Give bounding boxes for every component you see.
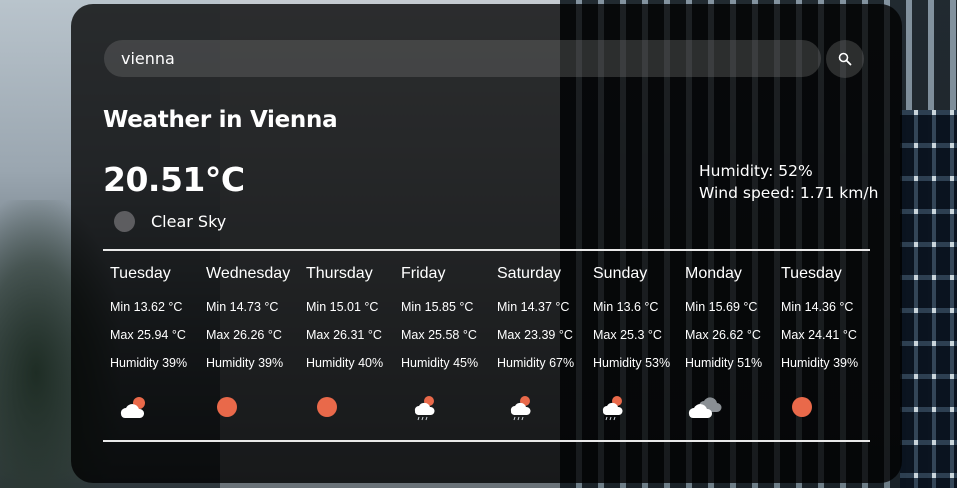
current-condition: Clear Sky [114, 210, 226, 232]
forecast-row: Tuesday Min 13.62 °C Max 25.94 °C Humidi… [103, 265, 893, 425]
forecast-max: Max 25.58 °C [401, 328, 477, 342]
rain-sun-icon [414, 396, 435, 421]
forecast-max: Max 25.94 °C [110, 328, 186, 342]
forecast-max: Max 26.26 °C [206, 328, 282, 342]
background-building-windows [900, 110, 957, 488]
few-clouds-icon [120, 397, 145, 418]
wind-speed-text: Wind speed: 1.71 km/h [699, 184, 879, 202]
weather-card: Weather in Vienna 20.51°C Clear Sky Humi… [71, 4, 902, 483]
forecast-min: Min 13.62 °C [110, 300, 183, 314]
forecast-day-name: Saturday [497, 265, 562, 282]
rain-sun-icon [602, 396, 623, 421]
forecast-day-name: Tuesday [781, 265, 842, 282]
forecast-min: Min 13.6 °C [593, 300, 659, 314]
forecast-min: Min 14.37 °C [497, 300, 570, 314]
broken-clouds-icon [688, 397, 722, 418]
forecast-day-name: Sunday [593, 265, 648, 282]
forecast-day: Sunday Min 13.6 °C Max 25.3 °C Humidity … [586, 265, 670, 421]
forecast-min: Min 15.69 °C [685, 300, 758, 314]
forecast-day-name: Friday [401, 265, 446, 282]
forecast-day-name: Thursday [306, 265, 373, 282]
forecast-day-name: Monday [685, 265, 742, 282]
search-bar [104, 40, 864, 78]
search-icon [838, 52, 852, 66]
forecast-min: Min 15.85 °C [401, 300, 474, 314]
forecast-humidity: Humidity 53% [593, 356, 671, 370]
forecast-max: Max 26.62 °C [685, 328, 761, 342]
clear-sky-icon [317, 397, 337, 417]
forecast-humidity: Humidity 39% [781, 356, 859, 370]
forecast-humidity: Humidity 39% [110, 356, 188, 370]
forecast-max: Max 23.39 °C [497, 328, 573, 342]
humidity-text: Humidity: 52% [699, 162, 813, 180]
forecast-day: Tuesday Min 14.36 °C Max 24.41 °C Humidi… [774, 265, 858, 417]
rain-sun-icon [510, 396, 531, 421]
city-title: Weather in Vienna [103, 107, 338, 133]
forecast-day: Monday Min 15.69 °C Max 26.62 °C Humidit… [678, 265, 762, 418]
clear-sky-icon [114, 210, 135, 232]
forecast-day: Tuesday Min 13.62 °C Max 25.94 °C Humidi… [103, 265, 187, 418]
forecast-day: Thursday Min 15.01 °C Max 26.31 °C Humid… [299, 265, 383, 417]
forecast-max: Max 25.3 °C [593, 328, 662, 342]
search-input[interactable] [104, 40, 821, 77]
forecast-day-name: Wednesday [206, 265, 291, 282]
forecast-humidity: Humidity 51% [685, 356, 763, 370]
forecast-min: Min 14.73 °C [206, 300, 279, 314]
divider-bottom [103, 440, 870, 442]
divider-top [103, 249, 870, 251]
forecast-min: Min 15.01 °C [306, 300, 379, 314]
forecast-humidity: Humidity 39% [206, 356, 284, 370]
search-button[interactable] [826, 40, 864, 78]
forecast-day: Wednesday Min 14.73 °C Max 26.26 °C Humi… [199, 265, 291, 417]
clear-sky-icon [217, 397, 237, 417]
forecast-max: Max 26.31 °C [306, 328, 382, 342]
current-temperature: 20.51°C [103, 160, 245, 199]
forecast-day: Friday Min 15.85 °C Max 25.58 °C Humidit… [394, 265, 478, 421]
current-stats: Humidity: 52% Wind speed: 1.71 km/h [699, 160, 878, 204]
forecast-humidity: Humidity 45% [401, 356, 479, 370]
forecast-day-name: Tuesday [110, 265, 171, 282]
forecast-max: Max 24.41 °C [781, 328, 857, 342]
forecast-humidity: Humidity 67% [497, 356, 575, 370]
forecast-humidity: Humidity 40% [306, 356, 384, 370]
forecast-day: Saturday Min 14.37 °C Max 23.39 °C Humid… [490, 265, 574, 421]
clear-sky-icon [792, 397, 812, 417]
condition-label: Clear Sky [151, 211, 227, 231]
forecast-min: Min 14.36 °C [781, 300, 854, 314]
